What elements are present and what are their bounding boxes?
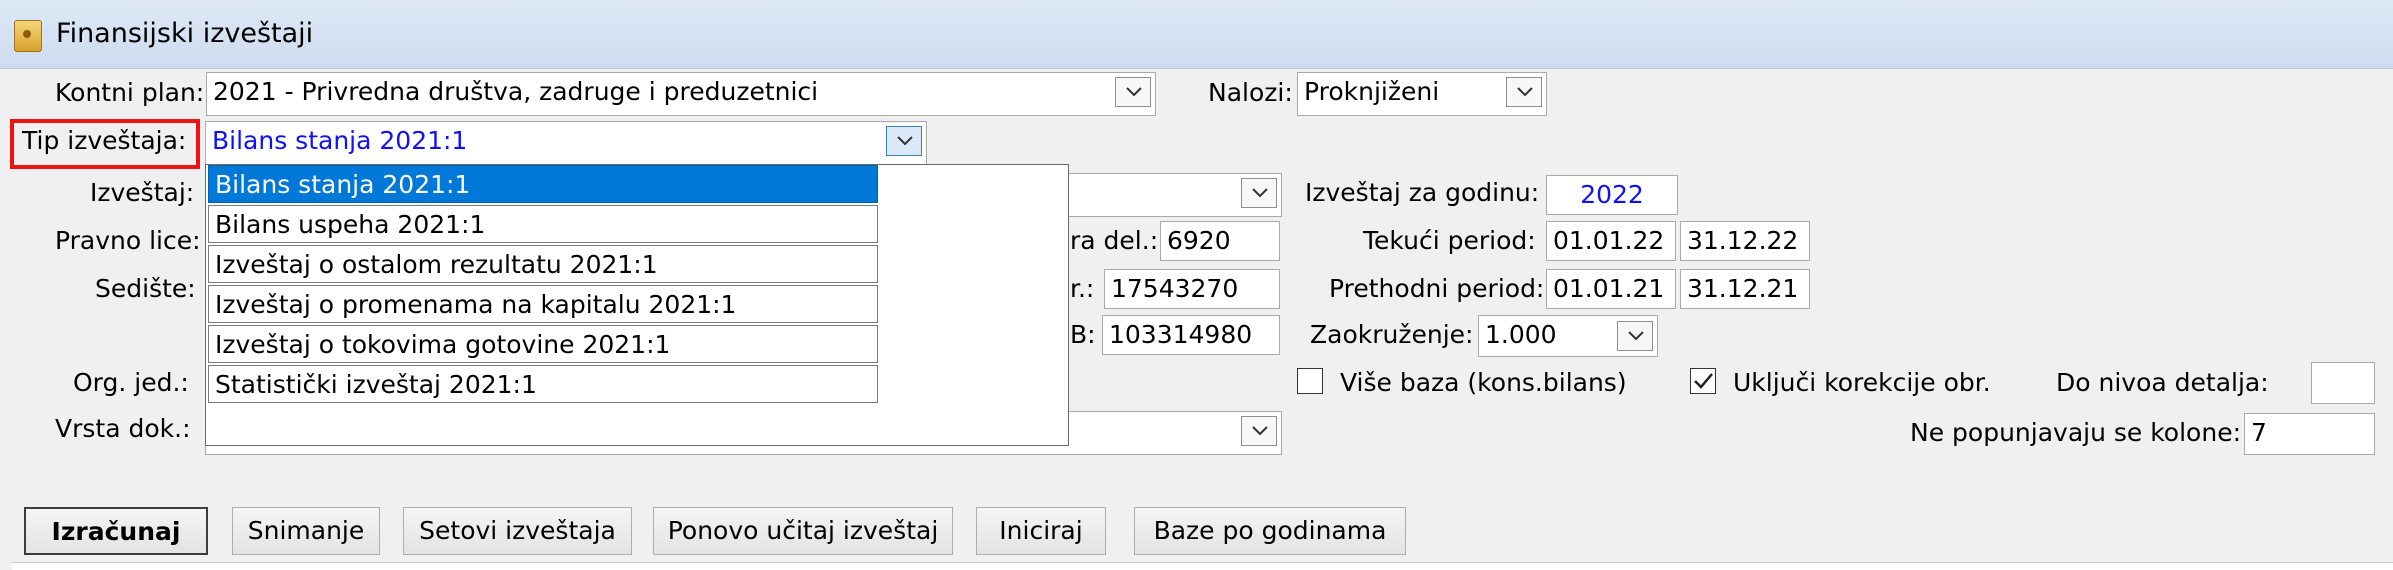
snimanje-button[interactable]: Snimanje bbox=[232, 507, 380, 555]
nalozi-value: Proknjiženi bbox=[1304, 77, 1440, 106]
checkmark-icon bbox=[1694, 373, 1713, 389]
dropdown-item[interactable]: Izveštaj o ostalom rezultatu 2021:1 bbox=[208, 245, 878, 283]
nalozi-dropdown-button[interactable] bbox=[1506, 77, 1542, 107]
dropdown-item[interactable]: Bilans stanja 2021:1 bbox=[208, 165, 878, 203]
tekuci-od-field[interactable]: 01.01.22 bbox=[1546, 221, 1676, 261]
kontni-plan-dropdown-button[interactable] bbox=[1115, 77, 1151, 107]
tip-izvestaja-combo[interactable]: Bilans stanja 2021:1 bbox=[205, 121, 927, 165]
baze-po-godinama-button[interactable]: Baze po godinama bbox=[1134, 507, 1406, 555]
window-title: Finansijski izveštaji bbox=[56, 18, 314, 49]
zaokruzenje-combo[interactable]: 1.000 bbox=[1478, 315, 1658, 357]
vrsta-dok-label: Vrsta dok.: bbox=[55, 414, 191, 443]
dropdown-item[interactable]: Izveštaj o tokovima gotovine 2021:1 bbox=[208, 325, 878, 363]
chevron-down-icon bbox=[1628, 331, 1644, 341]
dropdown-item[interactable]: Bilans uspeha 2021:1 bbox=[208, 205, 878, 243]
dropdown-item[interactable]: Statistički izveštaj 2021:1 bbox=[208, 365, 878, 403]
nalozi-combo[interactable]: Proknjiženi bbox=[1297, 72, 1547, 116]
tekuci-period-label: Tekući period: bbox=[1363, 226, 1536, 255]
pib-label: B: bbox=[1070, 320, 1096, 349]
vise-baza-checkbox[interactable] bbox=[1297, 368, 1323, 394]
prethodni-od-field[interactable]: 01.01.21 bbox=[1546, 269, 1676, 309]
ponovo-ucitaj-button[interactable]: Ponovo učitaj izveštaj bbox=[653, 507, 953, 555]
setovi-izvestaja-button[interactable]: Setovi izveštaja bbox=[403, 507, 632, 555]
chevron-down-icon bbox=[1252, 188, 1268, 198]
iniciraj-button[interactable]: Iniciraj bbox=[976, 507, 1106, 555]
izvestaj-dropdown-button[interactable] bbox=[1241, 178, 1277, 208]
maticni-broj-field[interactable]: 17543270 bbox=[1104, 269, 1280, 309]
pib-field[interactable]: 103314980 bbox=[1102, 315, 1280, 355]
chevron-down-icon bbox=[1126, 87, 1142, 97]
zaokruzenje-label: Zaokruženje: bbox=[1310, 320, 1474, 349]
tip-izvestaja-value: Bilans stanja 2021:1 bbox=[212, 126, 468, 155]
godina-field[interactable]: 2022 bbox=[1546, 175, 1678, 215]
izvestaj-za-godinu-label: Izveštaj za godinu: bbox=[1305, 178, 1540, 207]
zaokruzenje-value: 1.000 bbox=[1485, 320, 1557, 349]
izracunaj-button[interactable]: Izračunaj bbox=[24, 507, 208, 555]
sifra-delatnosti-field[interactable]: 6920 bbox=[1160, 221, 1280, 261]
sediste-label: Sedište: bbox=[95, 274, 196, 303]
title-bar: Finansijski izveštaji bbox=[0, 0, 2393, 69]
chevron-down-icon bbox=[1517, 87, 1533, 97]
maticni-broj-label: r.: bbox=[1070, 274, 1095, 303]
prethodni-period-label: Prethodni period: bbox=[1329, 274, 1545, 303]
tip-izvestaja-dropdown-button[interactable] bbox=[886, 126, 922, 156]
pravno-lice-label: Pravno lice: bbox=[55, 226, 201, 255]
dropdown-item[interactable]: Izveštaj o promenama na kapitalu 2021:1 bbox=[208, 285, 878, 323]
chevron-down-icon bbox=[1252, 426, 1268, 436]
tip-izvestaja-label: Tip izveštaja: bbox=[22, 126, 187, 155]
chevron-down-icon bbox=[897, 136, 913, 146]
vrsta-dok-dropdown-button[interactable] bbox=[1241, 416, 1277, 446]
tip-izvestaja-dropdown-list[interactable]: Bilans stanja 2021:1 Bilans uspeha 2021:… bbox=[205, 164, 1069, 446]
ukljuci-korekcije-checkbox[interactable] bbox=[1690, 368, 1716, 394]
report-folder-icon bbox=[14, 20, 42, 52]
ukljuci-korekcije-label: Uključi korekcije obr. bbox=[1733, 368, 1991, 397]
kontni-plan-value: 2021 - Privredna društva, zadruge i pred… bbox=[213, 77, 819, 106]
ne-popunjavaju-label: Ne popunjavaju se kolone: bbox=[1910, 418, 2241, 447]
do-nivoa-detalja-field[interactable] bbox=[2311, 362, 2375, 404]
ne-popunjavaju-field[interactable]: 7 bbox=[2244, 413, 2375, 455]
izvestaj-label: Izveštaj: bbox=[90, 178, 195, 207]
sifra-delatnosti-label: ra del.: bbox=[1070, 226, 1159, 255]
vise-baza-label: Više baza (kons.bilans) bbox=[1340, 368, 1627, 397]
prethodni-do-field[interactable]: 31.12.21 bbox=[1680, 269, 1810, 309]
kontni-plan-label: Kontni plan: bbox=[55, 78, 205, 107]
kontni-plan-combo[interactable]: 2021 - Privredna društva, zadruge i pred… bbox=[206, 72, 1156, 116]
nalozi-label: Nalozi: bbox=[1208, 78, 1293, 107]
org-jed-label: Org. jed.: bbox=[73, 368, 189, 397]
tekuci-do-field[interactable]: 31.12.22 bbox=[1680, 221, 1810, 261]
zaokruzenje-dropdown-button[interactable] bbox=[1617, 321, 1653, 351]
do-nivoa-detalja-label: Do nivoa detalja: bbox=[2056, 368, 2269, 397]
